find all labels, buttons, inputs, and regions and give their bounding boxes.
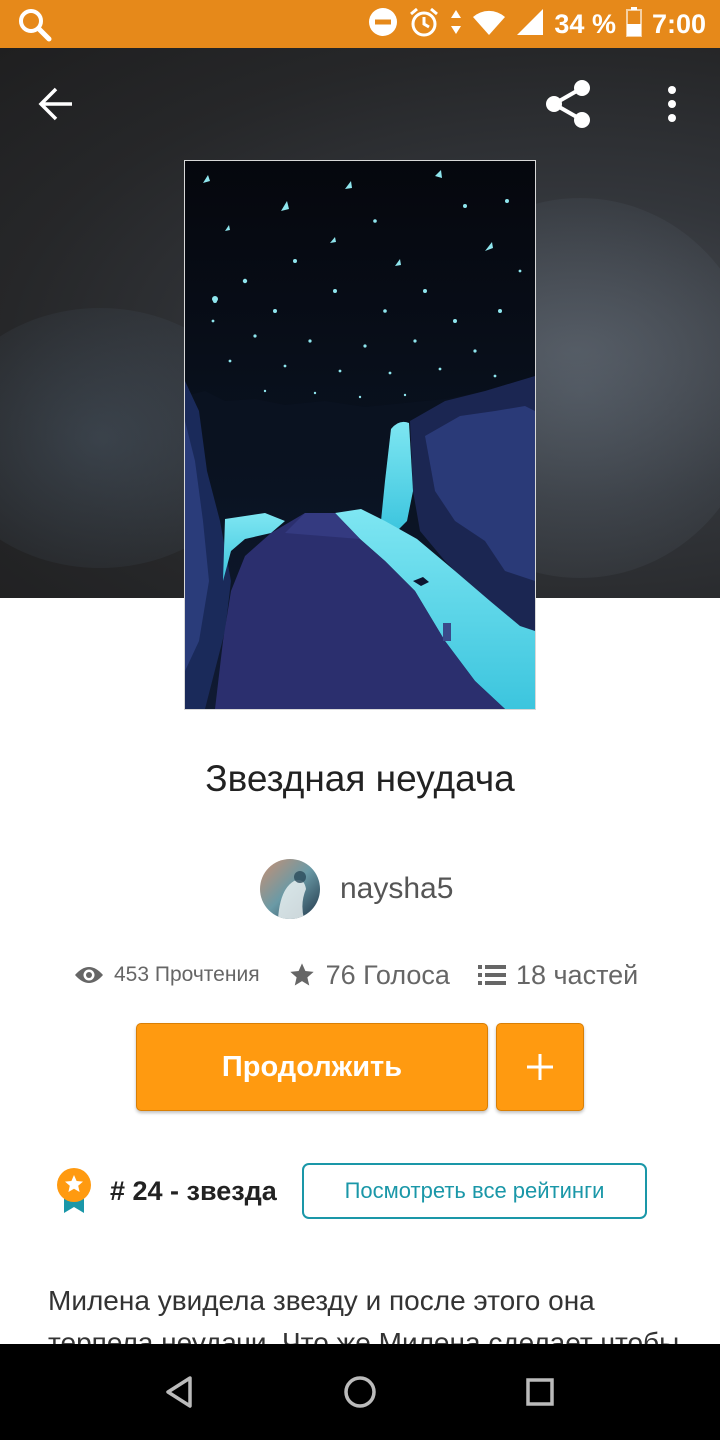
data-arrows-icon bbox=[450, 8, 462, 41]
eye-icon bbox=[75, 967, 103, 983]
story-description: Милена увидела звезду и после этого она … bbox=[48, 1285, 680, 1344]
rank-label: # 24 - звезда bbox=[110, 1175, 277, 1206]
view-all-rankings-button[interactable]: Посмотреть все рейтинги bbox=[302, 1163, 647, 1219]
recents-square-icon[interactable] bbox=[518, 1370, 562, 1414]
more-vert-icon bbox=[668, 86, 676, 122]
votes-stat: 76 Голоса bbox=[288, 960, 450, 991]
clock: 7:00 bbox=[651, 8, 706, 39]
star-icon bbox=[289, 963, 314, 986]
signal-icon bbox=[516, 8, 544, 41]
reads-stat: 453 Прочтения bbox=[74, 963, 260, 987]
story-title: Звездная неудача bbox=[205, 758, 515, 799]
author-row[interactable]: naysha5 bbox=[260, 858, 453, 920]
ranking-row: # 24 - звезда bbox=[54, 1162, 277, 1220]
share-icon bbox=[546, 80, 590, 128]
back-button[interactable] bbox=[26, 74, 86, 134]
alarm-icon bbox=[408, 6, 440, 43]
votes-count: 76 Голоса bbox=[325, 959, 450, 990]
home-circle-icon[interactable] bbox=[338, 1370, 382, 1414]
search-icon[interactable] bbox=[18, 8, 52, 47]
story-stats: 453 Прочтения 76 Голоса 18 частей bbox=[74, 955, 638, 995]
more-options-button[interactable] bbox=[642, 74, 702, 134]
continue-reading-button[interactable]: Продолжить bbox=[136, 1023, 488, 1111]
back-arrow-icon bbox=[38, 87, 72, 121]
do-not-disturb-icon bbox=[368, 7, 398, 42]
parts-count: 18 частей bbox=[515, 959, 639, 990]
reads-count: 453 Прочтения bbox=[114, 963, 260, 986]
author-name[interactable]: naysha5 bbox=[340, 872, 453, 906]
status-bar: 34 % 7:00 bbox=[0, 0, 720, 48]
battery-percent: 34 % bbox=[554, 8, 616, 39]
parts-stat: 18 частей bbox=[477, 959, 639, 991]
author-avatar[interactable] bbox=[260, 859, 320, 919]
battery-icon bbox=[625, 6, 642, 42]
system-nav-bar bbox=[0, 1344, 720, 1440]
award-medal-icon bbox=[57, 1168, 91, 1213]
wifi-icon bbox=[472, 8, 506, 41]
plus-icon bbox=[527, 1054, 553, 1080]
list-icon bbox=[477, 965, 506, 985]
add-to-library-button[interactable] bbox=[496, 1023, 584, 1111]
share-button[interactable] bbox=[538, 74, 598, 134]
book-cover[interactable] bbox=[184, 160, 536, 710]
back-triangle-icon[interactable] bbox=[158, 1370, 202, 1414]
